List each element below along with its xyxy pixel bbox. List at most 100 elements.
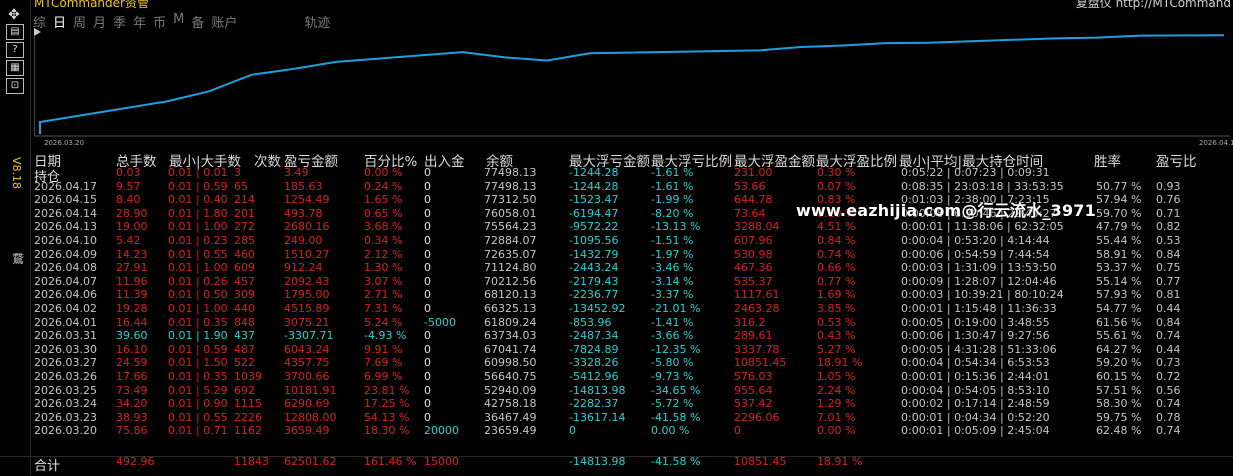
cell-11: 0.00 % (817, 424, 856, 438)
cell-4: 4357.75 (284, 356, 330, 370)
table-row[interactable]: 2026.03.23 38.93 0.01 | 0.55 2226 12808.00 54… (34, 411, 1230, 425)
cell-4: 493.78 (284, 206, 323, 220)
cell-6: 0 (424, 342, 431, 356)
cell-1: 24.59 (116, 356, 148, 370)
cell-3: 65 (234, 179, 248, 193)
cell-4: 1795.00 (284, 288, 330, 302)
cell-14: 0.72 (1156, 370, 1181, 383)
cell-7: 60998.50 (484, 356, 537, 370)
cell-14: 0.84 (1156, 315, 1181, 329)
cell-6: 20000 (424, 424, 459, 438)
cell-2: 0.01 | 1.80 (168, 206, 228, 220)
cell-9: -1.97 % (651, 247, 694, 261)
cell-8: -3328.26 (569, 356, 619, 370)
table-row[interactable]: 2026.04.02 19.28 0.01 | 1.00 440 4515.89 7.31… (34, 302, 1230, 316)
tool-1-icon[interactable]: ▤ (6, 24, 24, 40)
cell-5: 0.24 % (364, 179, 403, 193)
cell-13: 59.20 % (1096, 356, 1142, 370)
cell-14: 0.93 (1156, 179, 1181, 193)
cell-9: -34.65 % (651, 383, 701, 397)
tool-3-icon[interactable]: ▦ (6, 60, 24, 76)
cell-1: 17.66 (116, 370, 148, 383)
cell-11: 0.07 % (817, 179, 856, 193)
cell-4: 2092.43 (284, 274, 330, 288)
table-row[interactable]: 2026.03.20 75.86 0.01 | 0.71 1162 3659.49 18.… (34, 424, 1230, 438)
cell-2: 0.01 | 0.01 (168, 166, 228, 179)
table-row[interactable]: 2026.04.09 14.23 0.01 | 0.55 460 1510.27 2.12… (34, 248, 1230, 262)
cell-1: 16.44 (116, 315, 148, 329)
cell-1: 5.42 (116, 234, 141, 247)
cell-0: 2026.04.09 (34, 247, 97, 261)
table-row[interactable]: 2026.04.13 19.00 0.01 | 1.00 272 2680.16 3.68… (34, 220, 1230, 234)
table-row[interactable]: 2026.03.26 17.66 0.01 | 0.35 1039 3700.66 6.9… (34, 370, 1230, 384)
cell-11: 0.84 % (817, 234, 856, 247)
cell-1: 11.96 (116, 274, 148, 288)
table-row[interactable]: 2026.03.27 24.59 0.01 | 1.50 522 4357.75 7.69… (34, 356, 1230, 370)
cell-11: 0.53 % (817, 315, 856, 329)
cell-4: 3700.66 (284, 370, 330, 383)
table-row[interactable]: 2026.03.30 16.10 0.01 | 0.59 487 6043.24 9.91… (34, 343, 1230, 357)
cell-2: 0.01 | 1.00 (168, 220, 228, 234)
table-row[interactable]: 2026.04.07 11.96 0.01 | 0.26 457 2092.43 3.07… (34, 275, 1230, 289)
cell-2: 0.01 | 0.35 (168, 370, 228, 383)
tool-4-icon[interactable]: ⊡ (6, 78, 24, 94)
cell-12: 0:00:01 | 11:38:06 | 62:32:05 (901, 220, 1064, 234)
cell-5: 1.65 % (364, 193, 403, 207)
cell-3: 609 (234, 261, 255, 275)
table-row[interactable]: 2026.04.08 27.91 0.01 | 1.00 609 912.24 1.30 … (34, 261, 1230, 275)
cell-5: 7.69 % (364, 356, 403, 370)
cell-7: 23659.49 (484, 424, 537, 438)
cell-10: 0 (734, 424, 741, 438)
cell-6: 0 (424, 220, 431, 234)
table-row[interactable]: 2026.04.01 16.44 0.01 | 0.35 848 3075.21 5.24… (34, 316, 1230, 330)
cell-9: -8.20 % (651, 206, 694, 220)
cell-0: 2026.03.31 (34, 329, 97, 343)
table-row[interactable]: 2026.03.31 39.60 0.01 | 1.90 437 -3307.71 -4.… (34, 329, 1230, 343)
cell-0: 2026.03.20 (34, 424, 97, 438)
cell-5: 3.68 % (364, 220, 403, 234)
cell-10: 3288.04 (734, 220, 780, 234)
cell-6: 0 (424, 193, 431, 207)
cell-14: 0.74 (1156, 424, 1181, 438)
cell-10: 3337.78 (734, 342, 780, 356)
cell-10: 2296.06 (734, 410, 780, 424)
cell-7: 70212.56 (484, 274, 537, 288)
cell-6: 0 (424, 356, 431, 370)
cell-2: 0.01 | 0.90 (168, 397, 228, 411)
table-row[interactable]: 2026.03.24 34.20 0.01 | 0.90 1115 6290.69 17.… (34, 397, 1230, 411)
cell-0: 2026.04.08 (34, 261, 97, 275)
cell-3: 522 (234, 356, 255, 370)
move-icon[interactable]: ✥ (6, 8, 22, 22)
cell-7: 36467.49 (484, 410, 537, 424)
table-row[interactable]: 2026.04.06 11.39 0.01 | 0.50 309 1795.00 2.71… (34, 288, 1230, 302)
cell-0: 2026.03.27 (34, 356, 97, 370)
cell-0: 2026.04.02 (34, 302, 97, 315)
cell-13: 50.77 % (1096, 179, 1142, 193)
help-icon[interactable]: ? (6, 42, 24, 58)
cell-12: 0:00:01 | 0:04:34 | 0:52:20 (901, 410, 1050, 424)
cell-13: 53.37 % (1096, 261, 1142, 275)
cell-14: 0.73 (1156, 356, 1181, 370)
cell-11: 1.29 % (817, 397, 856, 411)
table-row[interactable]: 2026.04.17 9.57 0.01 | 0.59 65 185.63 0.24 % 0… (34, 180, 1230, 194)
cell-13: 57.94 % (1096, 193, 1142, 207)
cell-3: 3 (234, 166, 241, 179)
cell-0: 2026.04.15 (34, 193, 97, 207)
cell-2: 0.01 | 1.00 (168, 302, 228, 315)
cell-1: 9.57 (116, 179, 141, 193)
cell-14: 0.44 (1156, 342, 1181, 356)
cell-14: 0.71 (1156, 206, 1181, 220)
cell-10: 467.36 (734, 261, 773, 275)
cell-9: 0.00 % (651, 424, 690, 438)
table-row[interactable]: 持仓 0.03 0.01 | 0.01 3 3.49 0.00 % 0 77498.13 -12… (34, 166, 1230, 185)
cell-8: -2282.37 (569, 397, 619, 411)
table-row[interactable]: 2026.03.25 73.49 0.01 | 5.29 692 10181.91 23.… (34, 384, 1230, 398)
cell-0: 2026.04.17 (34, 179, 97, 193)
cell-5: 17.25 % (364, 397, 410, 411)
cell-3: 848 (234, 315, 255, 329)
table-row[interactable]: 2026.04.10 5.42 0.01 | 0.23 285 249.00 0.34 %… (34, 234, 1230, 248)
cell-6: 0 (424, 206, 431, 220)
cell-4: 10181.91 (284, 383, 337, 397)
cell-6: 0 (424, 329, 431, 343)
cell-13: 47.79 % (1096, 220, 1142, 234)
